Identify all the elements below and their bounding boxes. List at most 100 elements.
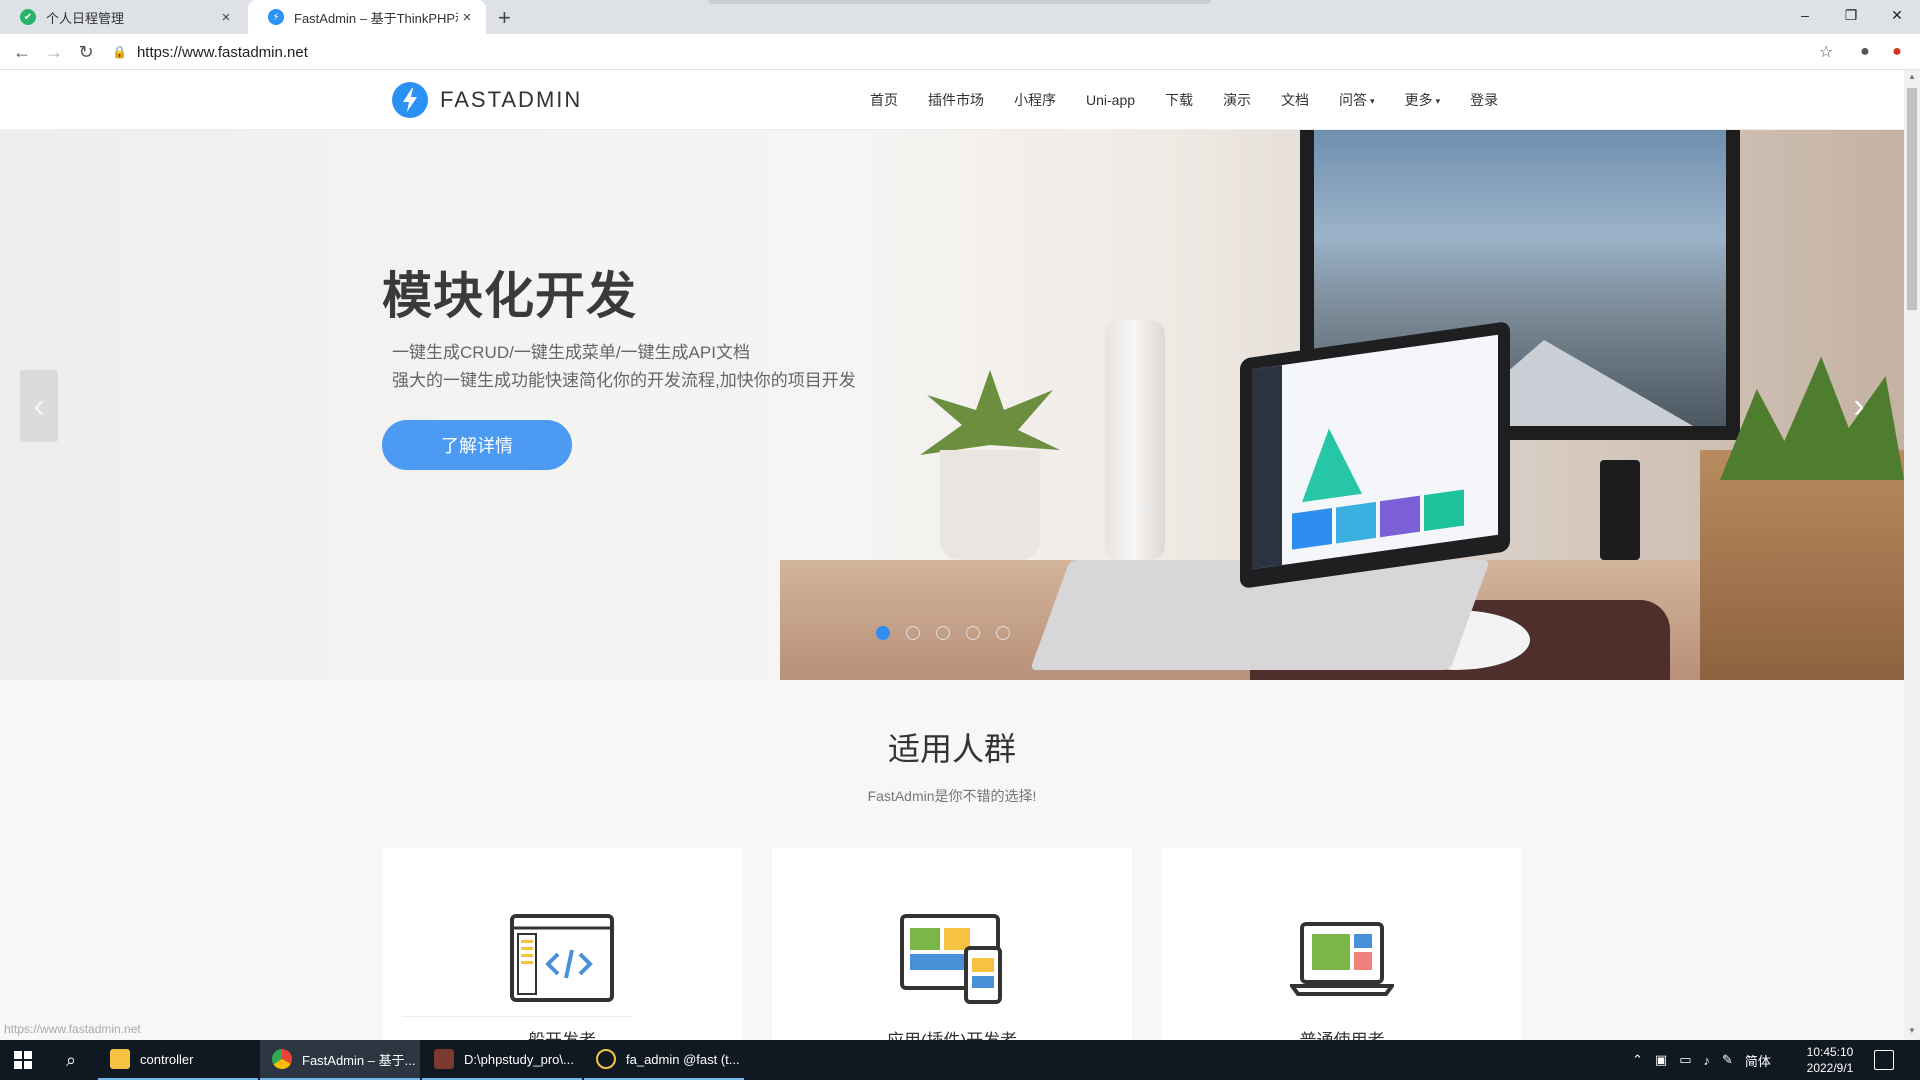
carousel-dot[interactable] — [906, 626, 920, 640]
laptop-icon — [1290, 922, 1394, 996]
close-window-button[interactable]: ✕ — [1874, 0, 1920, 30]
url-text: https://www.fastadmin.net — [136, 43, 308, 61]
logo-text: FASTADMIN — [440, 87, 583, 112]
carousel-next-icon[interactable]: › — [1840, 370, 1878, 442]
nav-qa-label: 问答 — [1339, 92, 1368, 108]
devices-icon — [900, 914, 1002, 1004]
hero-photo-pencup — [1600, 460, 1640, 560]
browser-toolbar: ← → ↻ 🔒 https://www.fastadmin.net ☆ ● ● — [0, 34, 1920, 70]
section-title: 适用人群 — [887, 731, 1016, 767]
taskbar-chrome[interactable]: FastAdmin – 基于... — [260, 1040, 420, 1080]
popup-edge — [708, 0, 1211, 4]
search-icon[interactable]: ⌕ — [48, 1040, 94, 1080]
nav-login[interactable]: 登录 — [1470, 90, 1498, 110]
scroll-up-icon[interactable]: ▲ — [1904, 72, 1920, 81]
site-logo[interactable]: FASTADMIN — [392, 82, 582, 118]
main-menu: 首页 插件市场 小程序 Uni-app 下载 演示 文档 问答 ▾ 更多 ▾ 登录 — [870, 70, 1528, 130]
security-icon[interactable]: ▣ — [1655, 1052, 1667, 1068]
windows-taskbar: ⌕ controller FastAdmin – 基于... D:\phpstu… — [0, 1040, 1920, 1080]
bookmark-star-icon[interactable]: ☆ — [1814, 40, 1838, 64]
new-tab-button[interactable]: + — [498, 5, 511, 31]
system-tray: ⌃ ▣ ▭ ♪ ✎ 简体 — [1632, 1040, 1771, 1080]
carousel-dot[interactable] — [996, 626, 1010, 640]
card-label: 般开发者 — [382, 1026, 742, 1040]
hero-photo-bottle — [1105, 320, 1165, 560]
taskbar-phpstudy[interactable]: D:\phpstudy_pro\... — [422, 1040, 582, 1080]
taskbar-app-label: controller — [140, 1051, 194, 1067]
tab-close-icon[interactable]: × — [458, 9, 476, 26]
nav-uniapp[interactable]: Uni-app — [1086, 92, 1135, 108]
ime-indicator[interactable]: 简体 — [1745, 1051, 1771, 1070]
scroll-down-icon[interactable]: ▼ — [1904, 1026, 1920, 1035]
nav-more-label: 更多 — [1404, 92, 1433, 108]
taskbar-app-label: FastAdmin – 基于... — [302, 1052, 416, 1068]
status-bar-url: https://www.fastadmin.net — [4, 1022, 141, 1036]
learn-more-button[interactable]: 了解详情 — [382, 420, 572, 470]
card-label: 应用(插件)开发者 — [772, 1026, 1132, 1040]
taskbar-app-label: D:\phpstudy_pro\... — [464, 1051, 574, 1067]
reload-icon[interactable]: ↻ — [72, 38, 100, 66]
forward-icon[interactable]: → — [40, 38, 68, 66]
restore-button[interactable]: ❐ — [1828, 0, 1874, 30]
nav-home[interactable]: 首页 — [870, 90, 898, 110]
carousel-dot[interactable] — [966, 626, 980, 640]
taskbar-navicat[interactable]: fa_admin @fast (t... — [584, 1040, 744, 1080]
tab-fastadmin[interactable]: ⚡ FastAdmin – 基于ThinkPHP和B × — [248, 0, 486, 34]
profile-icon[interactable]: ● — [1853, 40, 1877, 64]
hero-photo-laptop — [1240, 321, 1510, 589]
section-subtitle: FastAdmin是你不错的选择! — [867, 788, 1037, 804]
carousel-prev-icon[interactable]: ‹ — [20, 370, 58, 442]
carousel-dot[interactable] — [936, 626, 950, 640]
taskbar-clock[interactable]: 10:45:10 2022/9/1 — [1790, 1044, 1870, 1076]
address-bar[interactable]: 🔒 https://www.fastadmin.net — [112, 38, 1832, 66]
windows-start-icon[interactable] — [0, 1040, 46, 1080]
fastadmin-favicon-icon: ⚡ — [268, 9, 284, 25]
editor-icon — [434, 1049, 454, 1069]
hero-subtitle-line2: 强大的一键生成功能快速简化你的开发流程,加快你的项目开发 — [392, 371, 856, 390]
network-icon[interactable]: ▭ — [1679, 1052, 1691, 1068]
notification-icon[interactable] — [1874, 1050, 1894, 1070]
extension-icon[interactable]: ● — [1885, 40, 1909, 64]
page-scrollbar[interactable]: ▲ ▼ — [1904, 70, 1920, 1040]
nav-more-dropdown[interactable]: 更多 ▾ — [1405, 90, 1441, 110]
taskbar-explorer[interactable]: controller — [98, 1040, 258, 1080]
tab-schedule[interactable]: ✔ 个人日程管理 × — [0, 0, 245, 34]
nav-docs[interactable]: 文档 — [1281, 90, 1309, 110]
nav-qa-dropdown[interactable]: 问答 ▾ — [1339, 90, 1375, 110]
taskbar-app-label: fa_admin @fast (t... — [626, 1051, 740, 1067]
lock-icon: 🔒 — [112, 45, 127, 59]
tab-title: FastAdmin – 基于ThinkPHP和B — [294, 10, 458, 26]
nav-demo[interactable]: 演示 — [1223, 90, 1251, 110]
folder-icon — [110, 1049, 130, 1069]
tab-title: 个人日程管理 — [46, 10, 125, 26]
schedule-favicon-icon: ✔ — [20, 9, 36, 25]
audience-card[interactable]: 应用(插件)开发者 — [772, 848, 1132, 1040]
site-header: FASTADMIN 首页 插件市场 小程序 Uni-app 下载 演示 文档 问… — [0, 70, 1904, 130]
hero-title: 模块化开发 — [382, 268, 637, 324]
scrollbar-thumb[interactable] — [1907, 88, 1917, 310]
back-icon[interactable]: ← — [8, 38, 36, 66]
database-icon — [596, 1049, 616, 1069]
audience-card[interactable]: 普通使用者 — [1162, 848, 1522, 1040]
browser-tab-strip: ✔ 个人日程管理 × ⚡ FastAdmin – 基于ThinkPHP和B × … — [0, 0, 1920, 34]
hero-photo-pot — [940, 450, 1040, 560]
hero-subtitle-line1: 一键生成CRUD/一键生成菜单/一键生成API文档 — [392, 343, 750, 362]
clock-time: 10:45:10 — [1806, 1045, 1854, 1059]
code-window-icon — [510, 914, 614, 1002]
lightning-logo-icon — [392, 82, 428, 118]
audience-card[interactable]: 般开发者 — [382, 848, 742, 1040]
carousel-dot[interactable] — [876, 626, 890, 640]
card-label: 普通使用者 — [1162, 1026, 1522, 1040]
pen-icon[interactable]: ✎ — [1722, 1052, 1733, 1068]
minimize-button[interactable]: – — [1782, 0, 1828, 30]
hero-photo-planter — [1700, 450, 1904, 680]
tab-close-icon[interactable]: × — [217, 9, 235, 26]
tray-expand-icon[interactable]: ⌃ — [1632, 1052, 1643, 1068]
nav-download[interactable]: 下载 — [1165, 90, 1193, 110]
nav-mini-program[interactable]: 小程序 — [1014, 90, 1056, 110]
caret-down-icon: ▾ — [1370, 95, 1375, 106]
page-viewport: FASTADMIN 首页 插件市场 小程序 Uni-app 下载 演示 文档 问… — [0, 70, 1904, 1040]
clock-date: 2022/9/1 — [1806, 1061, 1854, 1075]
volume-icon[interactable]: ♪ — [1704, 1053, 1711, 1068]
nav-plugin-market[interactable]: 插件市场 — [928, 90, 984, 110]
